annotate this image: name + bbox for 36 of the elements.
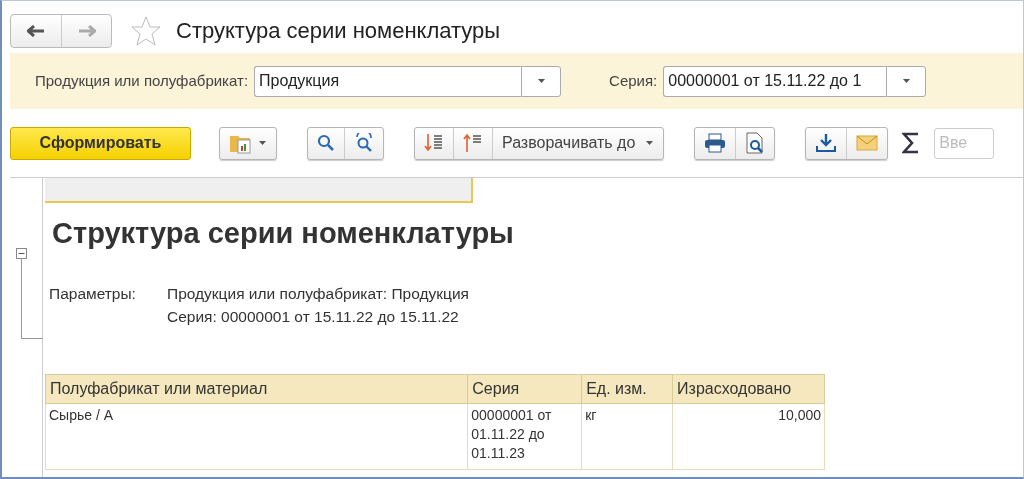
generate-button[interactable]: Сформировать [10, 126, 191, 160]
sort-down-icon [424, 133, 444, 153]
caret-icon [258, 140, 267, 146]
caret-icon [901, 78, 911, 84]
product-field[interactable]: Продукция [254, 65, 522, 97]
envelope-icon [856, 135, 879, 151]
star-icon[interactable] [130, 14, 162, 47]
report-title: Структура серии номенклатуры [52, 216, 515, 251]
table-cell: 10,000 [672, 403, 825, 469]
caret-icon [645, 140, 655, 146]
parameters-label: Параметры: [49, 283, 137, 304]
document-search-icon [745, 132, 766, 154]
forward-arrow-icon [77, 24, 96, 37]
table-cell: Сырье / А [45, 403, 468, 469]
series-field[interactable]: 00000001 от 15.11.22 до 1 [663, 65, 887, 97]
download-icon [815, 133, 838, 153]
caret-icon [536, 78, 546, 84]
column-header: Ед. изм. [581, 374, 673, 403]
search-icon [317, 134, 335, 152]
product-label: Продукция или полуфабрикат: [35, 70, 249, 91]
back-arrow-icon [27, 24, 45, 37]
series-label: Серия: [609, 70, 658, 91]
search-field[interactable]: Вве [934, 127, 995, 159]
sort-up-icon [463, 133, 483, 153]
column-header: Серия [467, 374, 582, 403]
table-cell: 00000001 от 01.11.22 до 01.11.23 [467, 403, 582, 469]
window-title: Структура серии номенклатуры [176, 17, 501, 45]
printer-icon [704, 133, 727, 153]
parameter-text: Серия: 00000001 от 15.11.22 до 15.11.22 [167, 306, 460, 327]
search-refresh-icon [354, 133, 374, 153]
table-cell: кг [581, 403, 673, 469]
parameter-text: Продукция или полуфабрикат: Продукция [167, 283, 469, 304]
column-header: Израсходовано [672, 374, 825, 403]
collapse-button[interactable] [16, 248, 27, 259]
column-header: Полуфабрикат или материал [45, 374, 468, 403]
sigma-icon[interactable] [902, 132, 921, 154]
